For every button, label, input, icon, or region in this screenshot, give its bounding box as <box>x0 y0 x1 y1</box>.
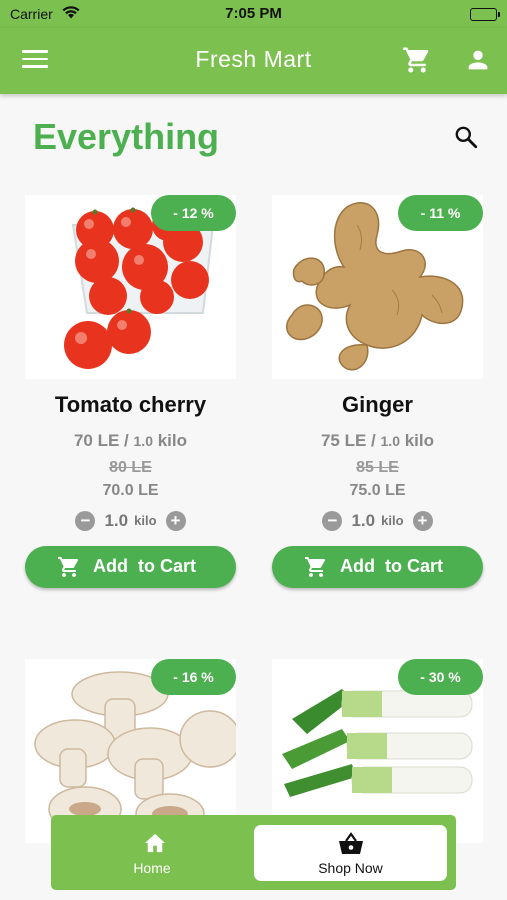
clock: 7:05 PM <box>225 5 282 22</box>
new-price: 75.0 LE <box>349 482 406 499</box>
nav-home[interactable]: Home <box>51 815 253 890</box>
cart-icon <box>304 555 328 584</box>
nav-shop-label: Shop Now <box>318 860 383 876</box>
search-icon[interactable] <box>453 124 479 155</box>
status-bar: Carrier 7:05 PM <box>0 0 507 28</box>
quantity-stepper: −1.0 kilo + <box>25 510 236 532</box>
old-price: 85 LE <box>356 459 399 476</box>
cart-icon[interactable] <box>402 45 432 80</box>
add-to-cart-button[interactable]: Add to Cart <box>25 546 236 588</box>
page-title: Everything <box>33 116 220 157</box>
product-name: Tomato cherry <box>54 392 207 417</box>
quantity-unit: kilo <box>381 513 404 529</box>
add-to-cart-label: Add to Cart <box>93 556 196 576</box>
minus-button[interactable]: − <box>75 510 96 531</box>
quantity-value: 1.0 <box>351 510 376 530</box>
quantity-value: 1.0 <box>104 510 129 530</box>
product-name: Ginger <box>342 392 413 417</box>
discount-badge: - 30 % <box>398 659 483 695</box>
add-to-cart-label: Add to Cart <box>340 556 443 576</box>
app-bar: Fresh Mart <box>0 28 507 94</box>
discount-badge: - 16 % <box>151 659 236 695</box>
basket-icon <box>339 832 363 854</box>
bottom-navigation: Home Shop Now <box>51 815 456 890</box>
add-to-cart-button[interactable]: Add to Cart <box>272 546 483 588</box>
cart-icon <box>57 555 81 584</box>
discount-badge: - 12 % <box>151 195 236 231</box>
user-icon[interactable] <box>464 46 492 79</box>
new-price: 70.0 LE <box>102 482 159 499</box>
nav-home-label: Home <box>133 860 171 876</box>
discount-badge: - 11 % <box>398 195 483 231</box>
unit-price: 75 LE / 1.0 kilo <box>320 431 435 450</box>
plus-button[interactable]: + <box>165 510 186 531</box>
old-price: 80 LE <box>109 459 152 476</box>
minus-button[interactable]: − <box>322 510 343 531</box>
nav-shop-now[interactable]: Shop Now <box>254 825 447 881</box>
battery-icon <box>470 8 500 21</box>
quantity-stepper: −1.0 kilo + <box>272 510 483 532</box>
plus-button[interactable]: + <box>412 510 433 531</box>
quantity-unit: kilo <box>134 513 157 529</box>
unit-price: 70 LE / 1.0 kilo <box>73 431 188 450</box>
home-icon <box>145 833 165 853</box>
